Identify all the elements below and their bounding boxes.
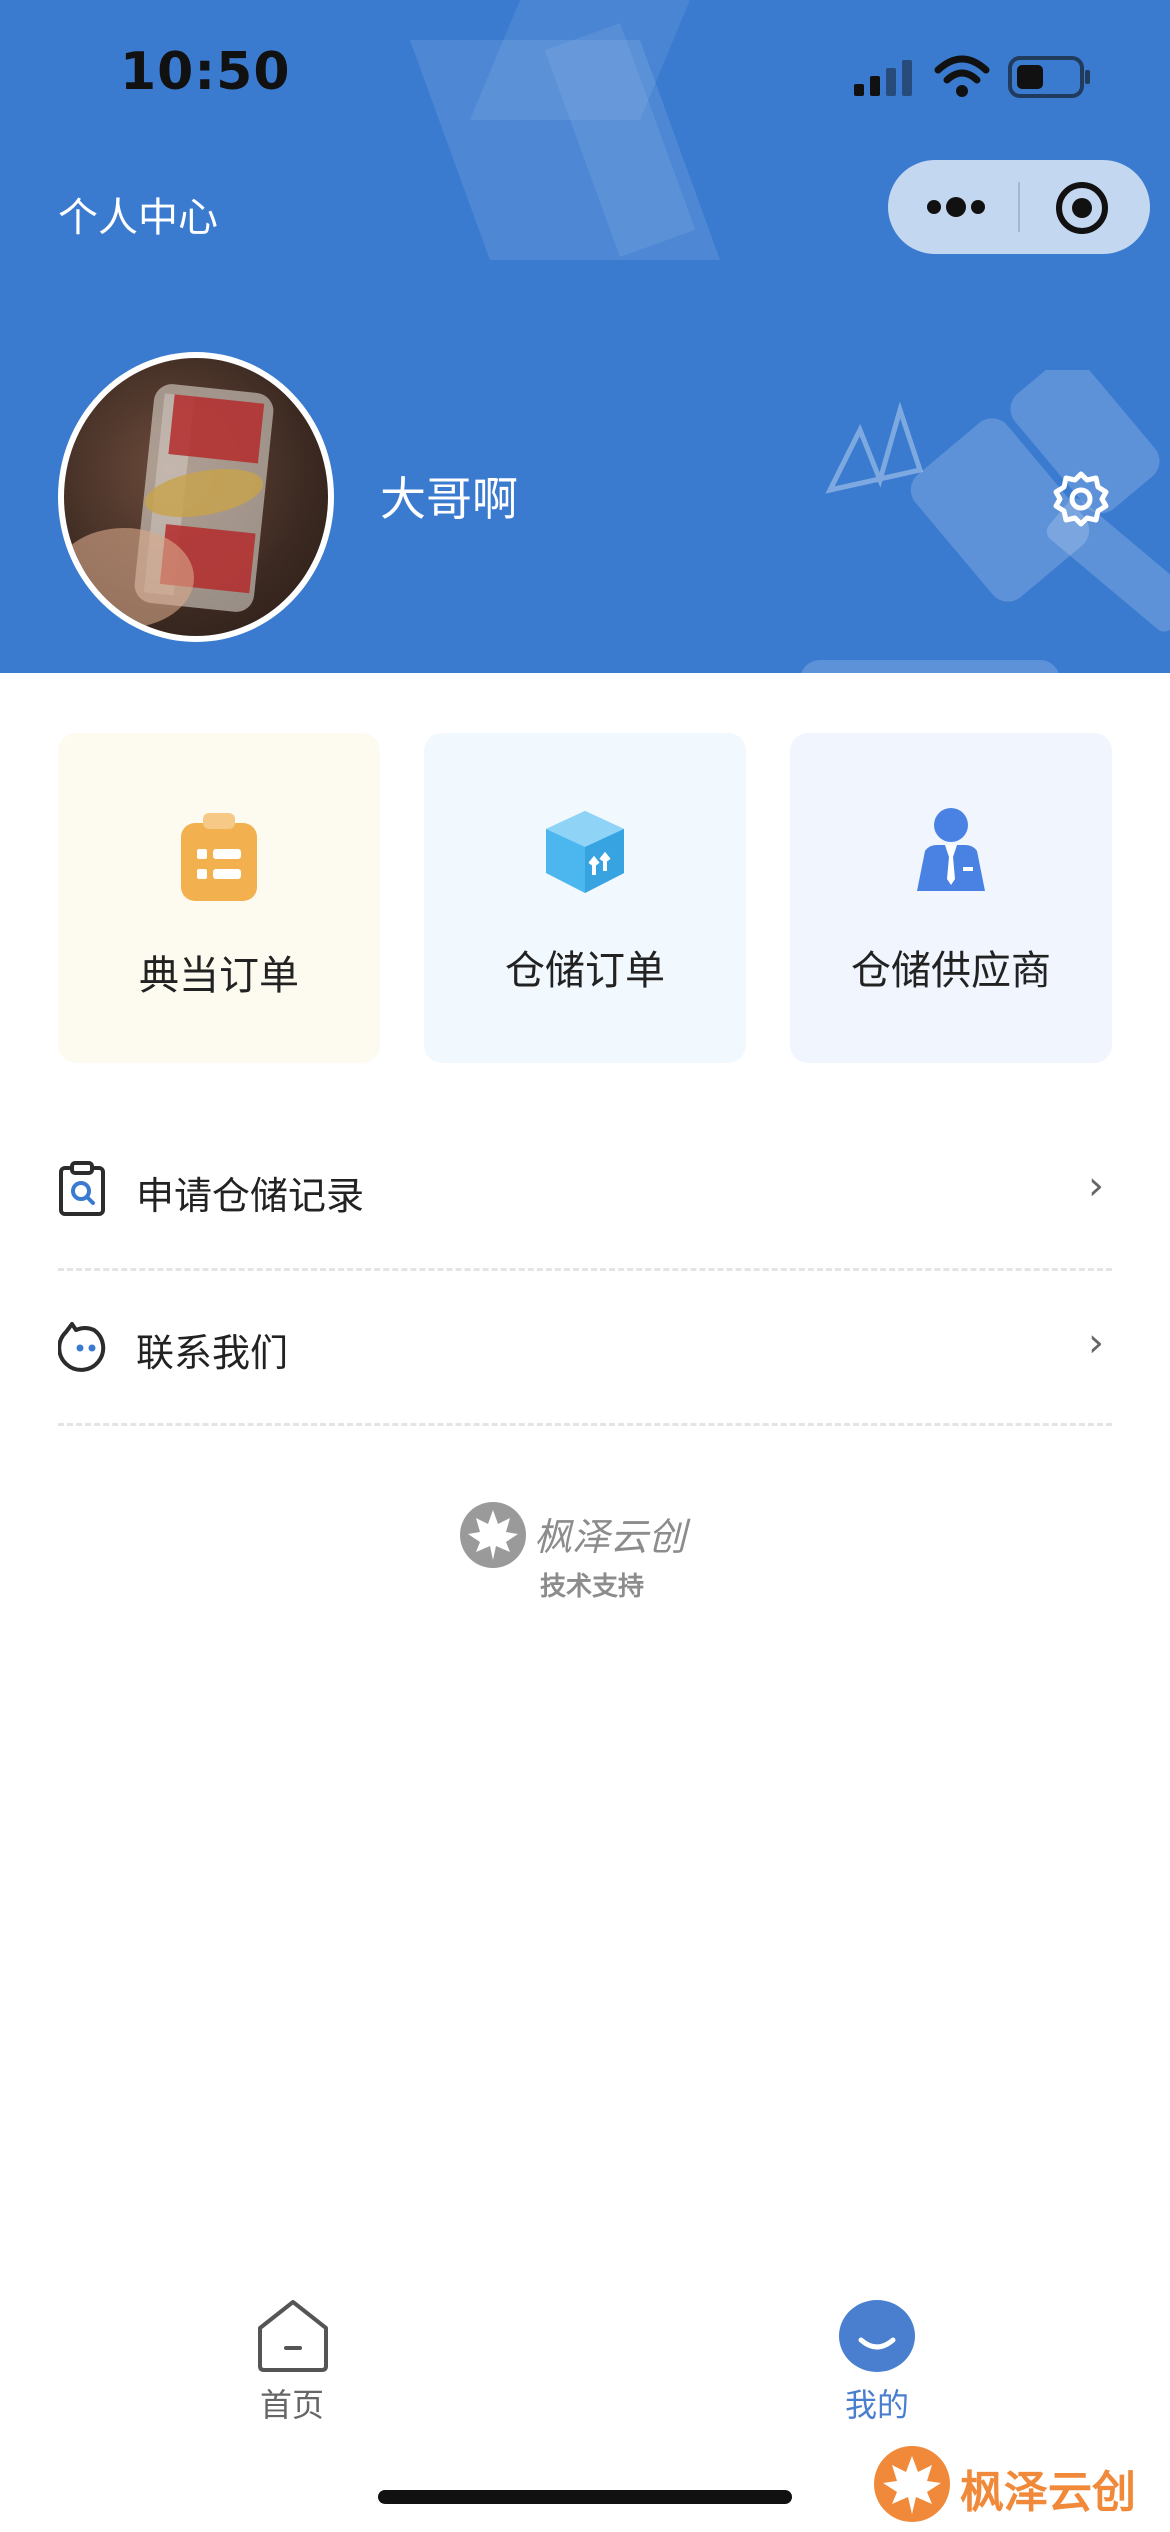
tab-label: 我的 (844, 2386, 909, 2424)
menu-item-contact-us[interactable]: 联系我们 › (58, 1282, 1112, 1412)
footer-support: 技术支持 (540, 1572, 645, 1602)
page-title: 个人中心 (58, 195, 218, 241)
chevron-right-icon: › (1088, 1320, 1104, 1366)
more-options-icon[interactable] (924, 190, 988, 224)
home-icon (258, 2300, 328, 2372)
maple-leaf-watermark-icon (874, 2446, 950, 2522)
maple-leaf-logo-icon (460, 1502, 526, 1568)
menu-item-storage-records[interactable]: 申请仓储记录 › (58, 1125, 1112, 1255)
divider (58, 1268, 1112, 1271)
status-time: 10:50 (120, 42, 291, 102)
avatar-photo (64, 384, 274, 628)
menu-item-label: 申请仓储记录 (136, 1174, 365, 1218)
tech-support-footer: 枫泽云创 技术支持 (458, 1496, 718, 1606)
supplier-icon (917, 808, 985, 891)
settings-gear-icon[interactable] (1052, 470, 1110, 528)
card-label: 典当订单 (139, 953, 299, 999)
close-miniprogram-icon[interactable] (1054, 180, 1110, 236)
wifi-icon (934, 55, 990, 97)
profile-icon (839, 2300, 915, 2372)
card-pawn-orders[interactable]: 典当订单 (58, 733, 380, 1063)
card-storage-orders[interactable]: 仓储订单 (424, 733, 746, 1063)
miniprogram-capsule (888, 160, 1150, 254)
menu-item-label: 联系我们 (136, 1331, 289, 1375)
card-storage-supplier[interactable]: 仓储供应商 (790, 733, 1112, 1063)
divider (58, 1423, 1112, 1426)
decor-gavel-icon (801, 370, 1170, 673)
tab-profile[interactable]: 我的 (797, 2290, 957, 2450)
home-indicator (378, 2490, 792, 2504)
watermark-text: 枫泽云创 (960, 2467, 1136, 2518)
contact-icon (58, 1322, 106, 1372)
tab-home[interactable]: 首页 (212, 2290, 372, 2450)
battery-icon (1008, 56, 1090, 98)
chevron-right-icon: › (1088, 1163, 1104, 1209)
decor-hammer-top (410, 0, 720, 260)
record-search-icon (59, 1161, 105, 1216)
clipboard-icon (181, 813, 257, 901)
profile-header: 10:50 个人中心 大哥啊 (0, 0, 1170, 673)
card-label: 仓储订单 (505, 948, 665, 994)
tab-label: 首页 (259, 2386, 324, 2424)
username: 大哥啊 (380, 472, 518, 526)
capsule-divider (1018, 182, 1020, 232)
avatar[interactable] (58, 352, 334, 642)
box-icon (546, 811, 624, 893)
cellular-signal-icon (854, 60, 912, 96)
corner-watermark: 枫泽云创 (872, 2442, 1162, 2526)
footer-brand: 枫泽云创 (534, 1515, 687, 1559)
card-label: 仓储供应商 (851, 948, 1051, 994)
